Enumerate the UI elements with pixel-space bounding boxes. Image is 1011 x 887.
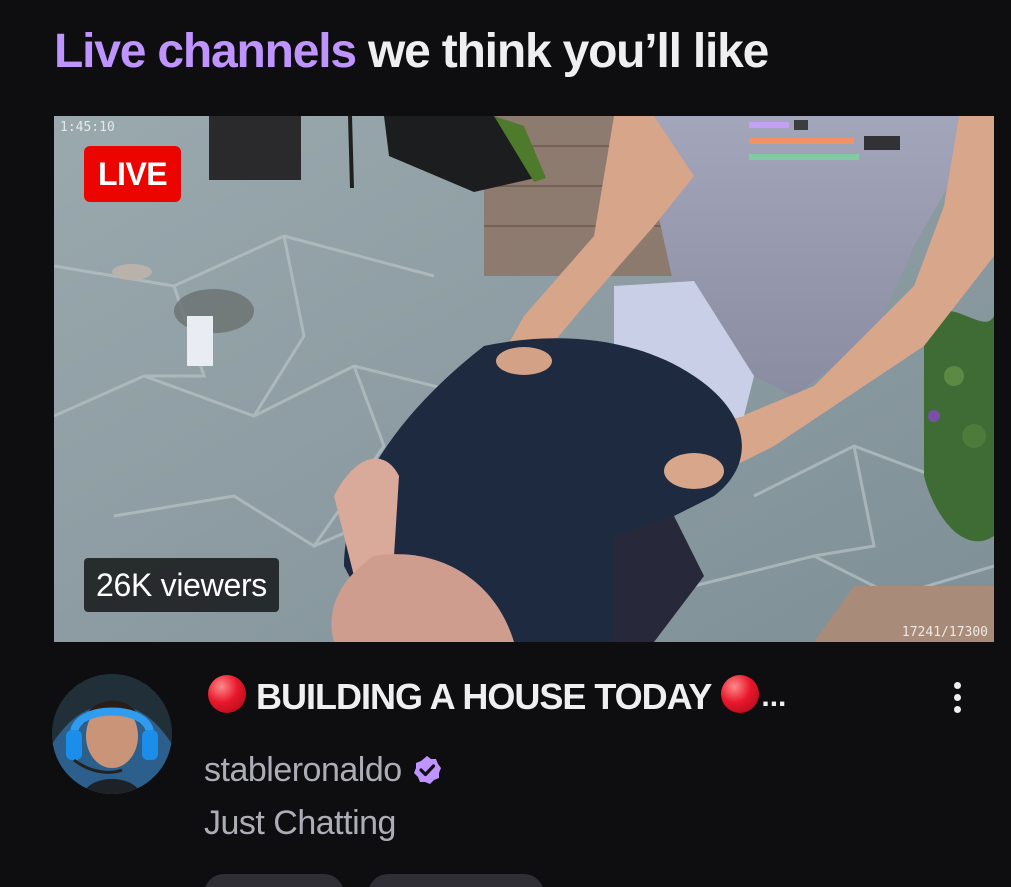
tag-pill[interactable] bbox=[368, 874, 544, 887]
section-heading: Live channels we think you’ll like bbox=[54, 22, 769, 82]
overlay-timestamp: 1:45:10 bbox=[60, 120, 115, 135]
category-link[interactable]: Just Chatting bbox=[204, 804, 396, 843]
title-ellipsis: ... bbox=[761, 680, 787, 713]
verified-badge-icon bbox=[413, 756, 441, 784]
channel-link[interactable]: stableronaldo bbox=[204, 748, 442, 792]
tag-pill[interactable] bbox=[204, 874, 344, 887]
red-circle-icon bbox=[208, 675, 246, 713]
red-circle-icon bbox=[721, 675, 760, 713]
stream-title[interactable]: BUILDING A HOUSE TODAY... bbox=[208, 672, 908, 722]
more-vertical-icon-dot bbox=[953, 682, 961, 689]
channel-name: stableronaldo bbox=[204, 750, 402, 789]
channel-avatar[interactable] bbox=[52, 674, 172, 794]
avatar-image bbox=[52, 674, 172, 794]
overlay-counter: 17241/17300 bbox=[901, 625, 988, 640]
viewer-count: 26K viewers bbox=[84, 558, 279, 612]
live-badge: LIVE bbox=[84, 146, 182, 202]
stream-title-text: BUILDING A HOUSE TODAY bbox=[256, 676, 712, 717]
more-vertical-icon-dot bbox=[953, 706, 961, 713]
more-options-button[interactable] bbox=[940, 678, 974, 724]
section-heading-accent[interactable]: Live channels bbox=[54, 25, 357, 78]
more-vertical-icon-dot bbox=[953, 694, 961, 701]
stream-thumbnail[interactable]: 1:45:10 17241/17300 LIVE 26K viewers bbox=[54, 116, 994, 642]
section-heading-rest: we think you’ll like bbox=[355, 25, 769, 78]
stream-card-meta: BUILDING A HOUSE TODAY... stableronaldo … bbox=[52, 672, 982, 887]
recommended-section: Live channels we think you’ll like 1:45:… bbox=[0, 0, 1011, 887]
